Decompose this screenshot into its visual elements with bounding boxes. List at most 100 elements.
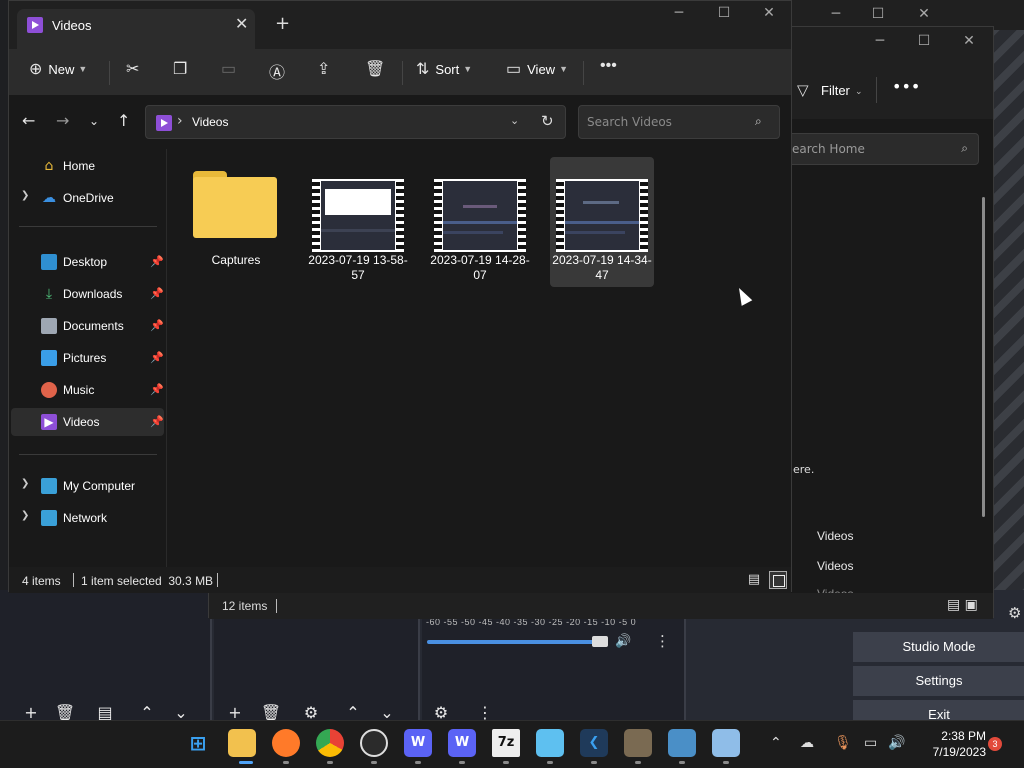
obs-icon[interactable] (360, 729, 388, 757)
more-options-button[interactable]: ••• (600, 57, 617, 83)
notification-badge[interactable]: 3 (988, 737, 1002, 751)
pin-icon[interactable]: 📌 (150, 415, 164, 428)
list-item[interactable]: Videos (817, 559, 853, 573)
file-item-video[interactable]: 2023-07-19 13-58-57 (306, 157, 410, 287)
filter-button[interactable]: Filter (821, 83, 850, 98)
maximize-icon[interactable]: ☐ (909, 33, 939, 49)
pin-icon[interactable]: 📌 (150, 255, 164, 268)
gimp-icon[interactable] (624, 729, 652, 757)
close-icon[interactable]: ✕ (749, 5, 789, 21)
sidebar-item-home[interactable]: ⌂ Home (11, 152, 164, 180)
filter-icon[interactable]: ▽ (797, 81, 809, 99)
view-toggle-icons[interactable]: ▤ ▣ (947, 597, 978, 613)
chevron-up-icon[interactable]: ⌃ (770, 735, 782, 751)
sidebar-item-label: Network (63, 511, 108, 525)
firefox-icon[interactable] (272, 729, 300, 757)
up-arrow-icon[interactable]: ↑ (117, 111, 130, 130)
address-bar[interactable]: › Videos ⌄ ↻ (145, 105, 566, 139)
pin-icon[interactable]: 📌 (150, 351, 164, 364)
sidebar-item-pictures[interactable]: Pictures 📌 (11, 344, 164, 372)
minimize-icon[interactable]: ─ (659, 5, 699, 21)
clock-date[interactable]: 7/19/2023 (916, 745, 986, 759)
tab-videos[interactable]: Videos ✕ (17, 9, 255, 49)
sidebar-item-label: Videos (63, 415, 100, 429)
studio-mode-button[interactable]: Studio Mode (853, 632, 1024, 662)
wavebox-icon[interactable]: W (448, 729, 476, 757)
minimize-icon[interactable]: ─ (865, 33, 895, 49)
vscode-icon[interactable]: ❮ (580, 729, 608, 757)
volume-slider-handle[interactable] (592, 636, 608, 647)
sidebar-item-onedrive[interactable]: ❯ ☁ OneDrive (11, 184, 164, 212)
speaker-icon[interactable]: 🔊 (615, 634, 631, 649)
more-vertical-icon[interactable]: ⋮ (655, 632, 670, 650)
maximize-icon[interactable]: ☐ (863, 6, 893, 22)
refresh-icon[interactable]: ↻ (541, 112, 554, 130)
settings-button[interactable]: Settings (853, 666, 1024, 696)
list-item[interactable]: Videos (817, 529, 853, 543)
sidebar-item-network[interactable]: ❯ Network (11, 504, 164, 532)
view-button[interactable]: ▭ View ▼ (506, 59, 568, 85)
sidebar-item-desktop[interactable]: Desktop 📌 (11, 248, 164, 276)
pin-icon[interactable]: 📌 (150, 287, 164, 300)
microphone-icon[interactable]: 🎙 (834, 735, 852, 751)
chrome-icon[interactable] (316, 729, 344, 757)
expand-chevron-icon[interactable]: ❯ (21, 190, 29, 201)
volume-slider[interactable] (427, 640, 607, 644)
file-item-video[interactable]: 2023-07-19 14-28-07 (428, 157, 532, 287)
breadcrumb-chevron-icon[interactable]: › (177, 113, 183, 129)
back-arrow-icon[interactable]: ← (22, 111, 35, 130)
share-button[interactable]: ⇪ (317, 59, 330, 85)
pin-icon[interactable]: 📌 (150, 383, 164, 396)
cut-button[interactable]: ✂ (126, 59, 139, 85)
maximize-icon[interactable]: ☐ (704, 5, 744, 21)
sidebar-item-music[interactable]: Music 📌 (11, 376, 164, 404)
sidebar-item-documents[interactable]: Documents 📌 (11, 312, 164, 340)
terminal-icon[interactable] (668, 729, 696, 757)
chevron-down-icon[interactable]: ⌄ (510, 114, 519, 127)
notepad-icon[interactable] (536, 729, 564, 757)
network-icon[interactable]: ▭ (864, 735, 877, 751)
cloud-off-icon[interactable]: ☁ (800, 735, 814, 751)
delete-button[interactable]: 🗑 (365, 59, 385, 85)
file-item-folder[interactable]: Captures (184, 157, 288, 287)
search-input[interactable]: earch Home ⌕ (783, 133, 979, 165)
large-icons-view-icon[interactable] (769, 571, 787, 589)
view-label: View (527, 61, 556, 77)
volume-icon[interactable]: 🔊 (888, 735, 905, 751)
gear-icon[interactable]: ⚙ (1008, 604, 1021, 622)
close-icon[interactable]: ✕ (909, 6, 939, 22)
sort-button[interactable]: ⇅ Sort ▼ (416, 59, 472, 85)
clock-time[interactable]: 2:38 PM (930, 729, 986, 743)
search-input[interactable] (579, 106, 749, 138)
file-explorer-icon[interactable] (228, 729, 256, 757)
scrollbar[interactable] (982, 197, 985, 517)
close-tab-icon[interactable]: ✕ (235, 14, 248, 33)
photos-icon[interactable] (712, 729, 740, 757)
forward-arrow-icon[interactable]: → (56, 111, 69, 130)
expand-chevron-icon[interactable]: ❯ (21, 510, 29, 521)
more-icon[interactable]: ••• (892, 77, 920, 96)
new-tab-icon[interactable]: + (275, 13, 290, 34)
search-box[interactable]: ⌕ (578, 105, 780, 139)
paste-button[interactable]: ▭ (221, 59, 236, 85)
new-button[interactable]: ⊕ New ▼ (29, 59, 87, 85)
pin-icon[interactable]: 📌 (150, 319, 164, 332)
exit-button[interactable]: Exit (853, 700, 1024, 720)
expand-chevron-icon[interactable]: ❯ (21, 478, 29, 489)
sidebar-item-videos[interactable]: ▶ Videos 📌 (11, 408, 164, 436)
recent-locations-icon[interactable]: ⌄ (89, 114, 99, 128)
copy-button[interactable]: ❐ (173, 59, 187, 85)
breadcrumb[interactable]: Videos (192, 115, 228, 129)
minimize-icon[interactable]: ─ (821, 6, 851, 22)
details-view-icon[interactable]: ▤ (745, 571, 763, 589)
start-icon[interactable]: ⊞ (184, 729, 212, 757)
sidebar-item-my-computer[interactable]: ❯ My Computer (11, 472, 164, 500)
7zip-icon[interactable]: 7z (492, 729, 520, 757)
divider (583, 61, 584, 85)
rename-button[interactable]: Ⓐ (269, 59, 285, 85)
close-icon[interactable]: ✕ (954, 33, 984, 49)
file-item-video-selected[interactable]: 2023-07-19 14-34-47 (550, 157, 654, 287)
search-icon[interactable]: ⌕ (755, 114, 762, 129)
wavebox-icon[interactable]: W (404, 729, 432, 757)
sidebar-item-downloads[interactable]: ⤓ Downloads 📌 (11, 280, 164, 308)
